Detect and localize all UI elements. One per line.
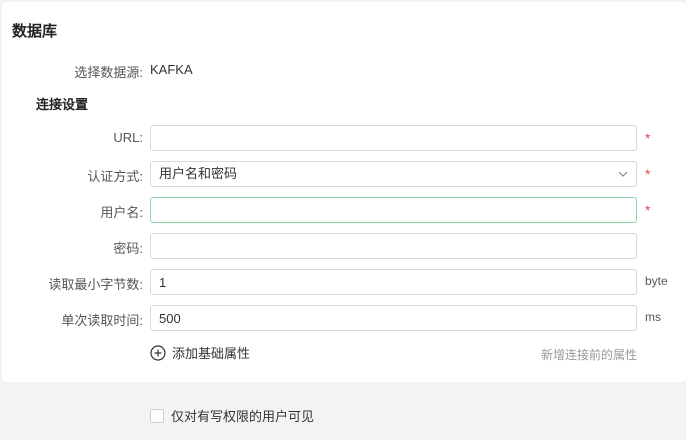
username-label: 用户名:: [100, 205, 143, 220]
read-time-input[interactable]: [150, 305, 637, 331]
password-label: 密码:: [113, 241, 143, 256]
username-required-mark: *: [645, 202, 651, 218]
pre-connection-attributes-hint: 新增连接前的属性: [540, 348, 637, 362]
min-bytes-row: 读取最小字节数: byte: [0, 269, 686, 295]
section-title: 连接设置: [36, 97, 89, 112]
auth-select-value: 用户名和密码: [159, 166, 238, 181]
min-bytes-input[interactable]: [150, 269, 637, 295]
auth-row: 认证方式: 用户名和密码 *: [0, 161, 686, 187]
password-row: 密码:: [0, 233, 686, 259]
url-required-mark: *: [645, 130, 651, 146]
source-value: KAFKA: [150, 62, 193, 77]
source-label: 选择数据源:: [74, 65, 143, 80]
url-row: URL: *: [0, 125, 686, 151]
visibility-label: 仅对有写权限的用户可见: [171, 409, 315, 424]
visibility-option[interactable]: 仅对有写权限的用户可见: [150, 406, 314, 425]
url-label: URL:: [113, 130, 143, 145]
url-input[interactable]: [150, 125, 637, 151]
min-bytes-unit: byte: [645, 274, 668, 288]
add-attribute-button[interactable]: 添加基础属性: [150, 343, 250, 362]
min-bytes-label: 读取最小字节数:: [48, 277, 143, 292]
chevron-down-icon: [618, 171, 628, 177]
read-time-unit: ms: [645, 310, 661, 324]
plus-circle-icon: [150, 344, 166, 361]
page-title: 数据库: [12, 23, 58, 40]
username-row: 用户名: *: [0, 197, 686, 223]
auth-required-mark: *: [645, 166, 651, 182]
add-attribute-label: 添加基础属性: [172, 346, 251, 361]
checkbox-icon[interactable]: [150, 408, 164, 423]
auth-select[interactable]: 用户名和密码: [150, 161, 637, 187]
read-time-label: 单次读取时间:: [61, 313, 143, 328]
password-input[interactable]: [150, 233, 637, 259]
read-time-row: 单次读取时间: ms: [0, 305, 686, 331]
username-input[interactable]: [150, 197, 637, 223]
auth-label: 认证方式:: [87, 169, 143, 184]
